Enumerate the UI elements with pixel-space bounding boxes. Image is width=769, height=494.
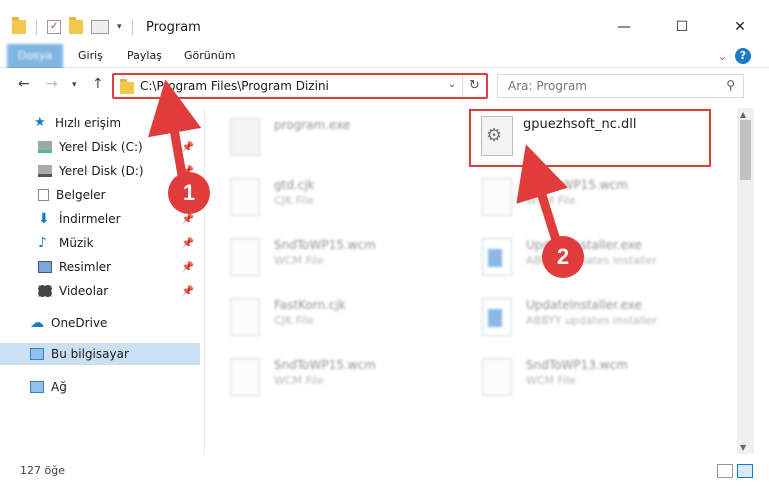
arrow-to-address <box>148 79 202 176</box>
annotation-arrows <box>148 79 568 242</box>
arrow-to-dll <box>516 144 568 242</box>
callout-badge-2: 2 <box>542 236 584 278</box>
callout-badge-1: 1 <box>168 172 210 214</box>
